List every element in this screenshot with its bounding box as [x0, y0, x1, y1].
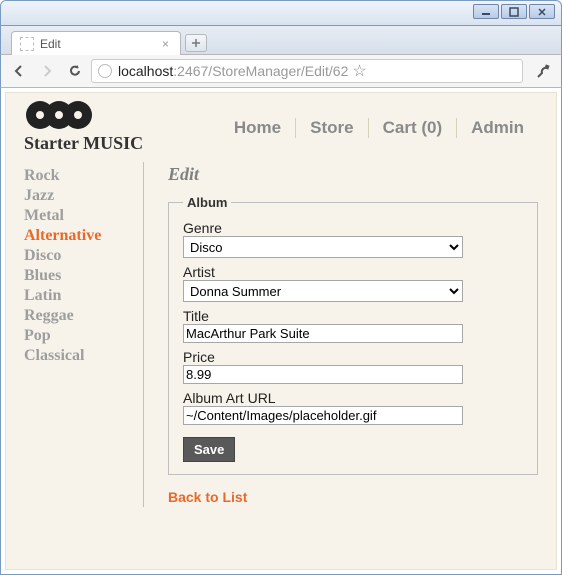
reload-button[interactable]	[63, 59, 87, 83]
album-fieldset: Album Genre Disco Artist Donna Summer	[168, 195, 538, 475]
address-bar[interactable]: localhost:2467/StoreManager/Edit/62 ☆	[91, 59, 523, 83]
records-logo-icon	[24, 99, 143, 131]
globe-icon	[98, 64, 112, 78]
favicon-placeholder-icon	[20, 37, 34, 51]
back-button[interactable]	[7, 59, 31, 83]
sidebar-item-jazz[interactable]: Jazz	[24, 186, 137, 206]
tab-title: Edit	[40, 37, 61, 51]
window-minimize-button[interactable]	[473, 4, 499, 19]
new-tab-button[interactable]	[185, 34, 207, 52]
sidebar-item-rock[interactable]: Rock	[24, 166, 137, 186]
price-input[interactable]	[183, 365, 463, 384]
bookmark-star-icon[interactable]: ☆	[352, 61, 366, 81]
sidebar-item-alternative[interactable]: Alternative	[24, 226, 137, 246]
nav-cart[interactable]: Cart (0)	[369, 118, 458, 138]
browser-toolbar: localhost:2467/StoreManager/Edit/62 ☆	[0, 54, 562, 88]
nav-admin[interactable]: Admin	[457, 118, 538, 138]
back-to-list-link[interactable]: Back to List	[168, 489, 247, 505]
arturl-input[interactable]	[183, 406, 463, 425]
save-button[interactable]: Save	[183, 437, 235, 462]
sidebar-item-latin[interactable]: Latin	[24, 286, 137, 306]
title-input[interactable]	[183, 324, 463, 343]
title-label: Title	[183, 308, 523, 324]
page-title: Edit	[168, 164, 538, 185]
fieldset-legend: Album	[183, 195, 231, 210]
nav-home[interactable]: Home	[220, 118, 296, 138]
site-brand: Starter MUSIC	[24, 133, 143, 154]
top-nav: Home Store Cart (0) Admin	[220, 118, 538, 138]
nav-store[interactable]: Store	[296, 118, 368, 138]
url-host: localhost	[118, 63, 173, 79]
page-body: Starter MUSIC Home Store Cart (0) Admin …	[5, 92, 557, 570]
browser-viewport: Starter MUSIC Home Store Cart (0) Admin …	[0, 88, 562, 575]
sidebar-item-classical[interactable]: Classical	[24, 346, 137, 366]
genre-label: Genre	[183, 220, 523, 236]
tab-close-icon[interactable]: ×	[159, 37, 172, 51]
browser-tab-active[interactable]: Edit ×	[11, 31, 181, 55]
settings-wrench-icon[interactable]	[531, 59, 555, 83]
artist-label: Artist	[183, 264, 523, 280]
window-close-button[interactable]	[529, 4, 555, 19]
sidebar-item-reggae[interactable]: Reggae	[24, 306, 137, 326]
browser-tabstrip: Edit ×	[0, 26, 562, 54]
price-label: Price	[183, 349, 523, 365]
main-content: Edit Album Genre Disco Artist Donna Summ…	[144, 162, 538, 507]
site-logo[interactable]: Starter MUSIC	[24, 99, 143, 154]
url-path: :2467/StoreManager/Edit/62	[173, 63, 348, 79]
sidebar-item-pop[interactable]: Pop	[24, 326, 137, 346]
arturl-label: Album Art URL	[183, 390, 523, 406]
sidebar-item-disco[interactable]: Disco	[24, 246, 137, 266]
forward-button[interactable]	[35, 59, 59, 83]
artist-select[interactable]: Donna Summer	[183, 280, 463, 302]
genre-sidebar: Rock Jazz Metal Alternative Disco Blues …	[24, 162, 144, 507]
genre-select[interactable]: Disco	[183, 236, 463, 258]
sidebar-item-blues[interactable]: Blues	[24, 266, 137, 286]
window-titlebar	[0, 0, 562, 26]
sidebar-item-metal[interactable]: Metal	[24, 206, 137, 226]
window-maximize-button[interactable]	[501, 4, 527, 19]
